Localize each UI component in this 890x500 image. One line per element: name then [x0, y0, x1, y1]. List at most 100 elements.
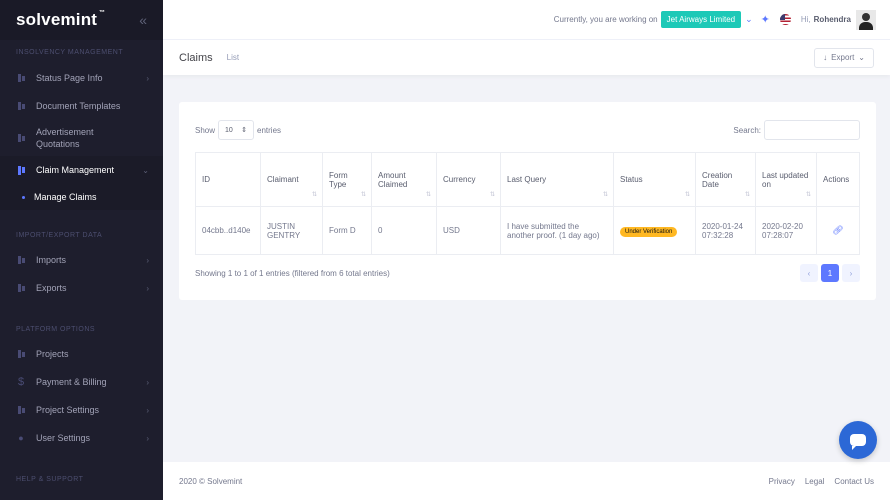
sidebar-item-imports[interactable]: Imports ›	[0, 246, 163, 274]
col-creation-date[interactable]: Creation Date ⇅	[695, 152, 756, 207]
col-form-type[interactable]: Form Type ⇅	[322, 152, 372, 207]
document-icon	[16, 101, 26, 111]
table-footer: Showing 1 to 1 of 1 entries (filtered fr…	[195, 264, 860, 282]
chevron-right-icon: ›	[146, 405, 149, 415]
col-label: Last updated on	[762, 170, 809, 189]
bullet-icon	[22, 195, 25, 199]
footer-link-privacy[interactable]: Privacy	[769, 477, 795, 486]
sidebar-item-advertisement-quotations[interactable]: Advertisement Quotations	[0, 120, 163, 156]
col-label: Amount Claimed	[378, 170, 408, 189]
settings-icon	[16, 405, 26, 415]
col-last-updated[interactable]: Last updated on ⇅	[755, 152, 817, 207]
subheader: Claims List ↓ Export ⌄	[163, 40, 890, 75]
advertisement-icon	[16, 133, 26, 143]
col-label: Currency	[443, 175, 476, 184]
sidebar: solvemint ™ « INSOLVENCY MANAGEMENT Statu…	[0, 0, 163, 500]
dollar-icon: $	[17, 376, 25, 388]
cell-created: 2020-01-24 07:32:28	[695, 206, 756, 255]
cell-status: Under Verification	[613, 206, 696, 255]
logo-text: solvemint	[16, 10, 98, 29]
entries-value: 10	[225, 126, 233, 134]
cell-actions: 🔗︎	[816, 206, 860, 255]
claim-icon	[16, 165, 26, 175]
apps-icon[interactable]: ✦	[761, 13, 770, 26]
cell-id: 04cbb..d140e	[195, 206, 261, 255]
table-info: Showing 1 to 1 of 1 entries (filtered fr…	[195, 268, 390, 278]
export-button[interactable]: ↓ Export ⌄	[814, 47, 874, 68]
breadcrumb[interactable]: List	[227, 53, 239, 62]
sidebar-item-claim-management[interactable]: Claim Management ⌄	[0, 156, 163, 184]
search-input[interactable]	[764, 120, 860, 140]
search-label: Search:	[733, 125, 761, 135]
col-amount-claimed[interactable]: Amount Claimed ⇅	[371, 152, 437, 207]
col-id[interactable]: ID	[195, 152, 261, 207]
sidebar-item-label: Status Page Info	[36, 73, 103, 83]
chevron-right-icon: ›	[146, 433, 149, 443]
col-label: Form Type	[329, 170, 348, 189]
col-currency[interactable]: Currency ⇅	[436, 152, 501, 207]
topbar: Currently, you are working on Jet Airway…	[163, 0, 890, 40]
avatar[interactable]	[856, 9, 876, 30]
footer-link-contact[interactable]: Contact Us	[834, 477, 874, 486]
entries-select[interactable]: 10 ⇕	[218, 120, 255, 140]
sidebar-item-label: Document Templates	[36, 101, 121, 111]
sidebar-item-label: Manage Claims	[34, 192, 97, 202]
cell-amount: 0	[371, 206, 437, 255]
gear-icon: ●	[18, 433, 24, 443]
pagination: ‹ 1 ›	[800, 264, 860, 282]
sidebar-subitem-manage-claims[interactable]: Manage Claims	[0, 184, 163, 210]
import-icon	[16, 255, 26, 265]
cell-currency: USD	[436, 206, 501, 255]
export-icon	[16, 283, 26, 293]
us-flag-icon[interactable]	[779, 14, 791, 25]
search-wrap: Search:	[733, 120, 860, 140]
col-label: Last Query	[507, 175, 547, 184]
sidebar-item-label: Payment & Billing	[36, 377, 107, 387]
chevron-right-icon: ›	[146, 377, 149, 387]
sidebar-item-label: User Settings	[36, 433, 91, 443]
table-row[interactable]: 04cbb..d140e JUSTIN GENTRY Form D 0 USD …	[195, 206, 860, 255]
sidebar-item-project-settings[interactable]: Project Settings ›	[0, 396, 163, 424]
chevron-down-icon[interactable]: ⌄	[745, 14, 753, 25]
sort-icon: ⇅	[602, 192, 608, 198]
sidebar-item-label: Advertisement Quotations	[36, 127, 94, 149]
sidebar-item-label: Projects	[36, 349, 69, 359]
page-1-button[interactable]: 1	[821, 264, 839, 282]
greeting: Hi,	[800, 15, 811, 24]
footer-links: Privacy Legal Contact Us	[769, 477, 874, 486]
sidebar-item-status-page-info[interactable]: Status Page Info ›	[0, 64, 163, 92]
sidebar-item-label: Imports	[36, 255, 67, 265]
sidebar-item-projects[interactable]: Projects	[0, 340, 163, 368]
sort-icon: ⇅	[360, 192, 366, 198]
section-platform-options: PLATFORM OPTIONS	[16, 325, 96, 333]
sidebar-toggle-icon[interactable]: «	[139, 12, 147, 28]
company-badge[interactable]: Jet Airways Limited	[660, 11, 742, 28]
next-page-button[interactable]: ›	[842, 264, 860, 282]
sidebar-item-label: Claim Management	[36, 165, 115, 175]
status-badge: Under Verification	[620, 227, 678, 237]
col-claimant[interactable]: Claimant ⇅	[260, 152, 323, 207]
sidebar-item-exports[interactable]: Exports ›	[0, 274, 163, 302]
link-icon[interactable]: 🔗︎	[832, 225, 843, 235]
sort-icon: ⇅	[489, 192, 495, 198]
col-status[interactable]: Status ⇅	[613, 152, 696, 207]
claims-portlet: Show 10 ⇕ entries Search: ID Claimant ⇅ F…	[179, 102, 876, 300]
chat-bubble-icon	[850, 434, 866, 450]
prev-page-button[interactable]: ‹	[800, 264, 818, 282]
col-last-query[interactable]: Last Query ⇅	[500, 152, 614, 207]
sort-icon: ⇅	[744, 192, 750, 198]
logo[interactable]: solvemint ™	[16, 10, 105, 30]
projects-icon	[16, 349, 26, 359]
chat-widget-button[interactable]	[839, 421, 877, 459]
chevron-right-icon: ›	[146, 73, 149, 83]
page-title: Claims	[179, 51, 213, 64]
col-actions: Actions	[816, 152, 860, 207]
footer-link-legal[interactable]: Legal	[805, 477, 825, 486]
cell-updated: 2020-02-20 07:28:07	[755, 206, 817, 255]
sort-icon: ⇅	[425, 192, 431, 198]
username[interactable]: Rohendra	[814, 15, 851, 24]
sidebar-item-payment-billing[interactable]: $ Payment & Billing ›	[0, 368, 163, 396]
col-label: Creation Date	[702, 170, 733, 189]
sidebar-item-user-settings[interactable]: ● User Settings ›	[0, 424, 163, 452]
sidebar-item-document-templates[interactable]: Document Templates	[0, 92, 163, 120]
